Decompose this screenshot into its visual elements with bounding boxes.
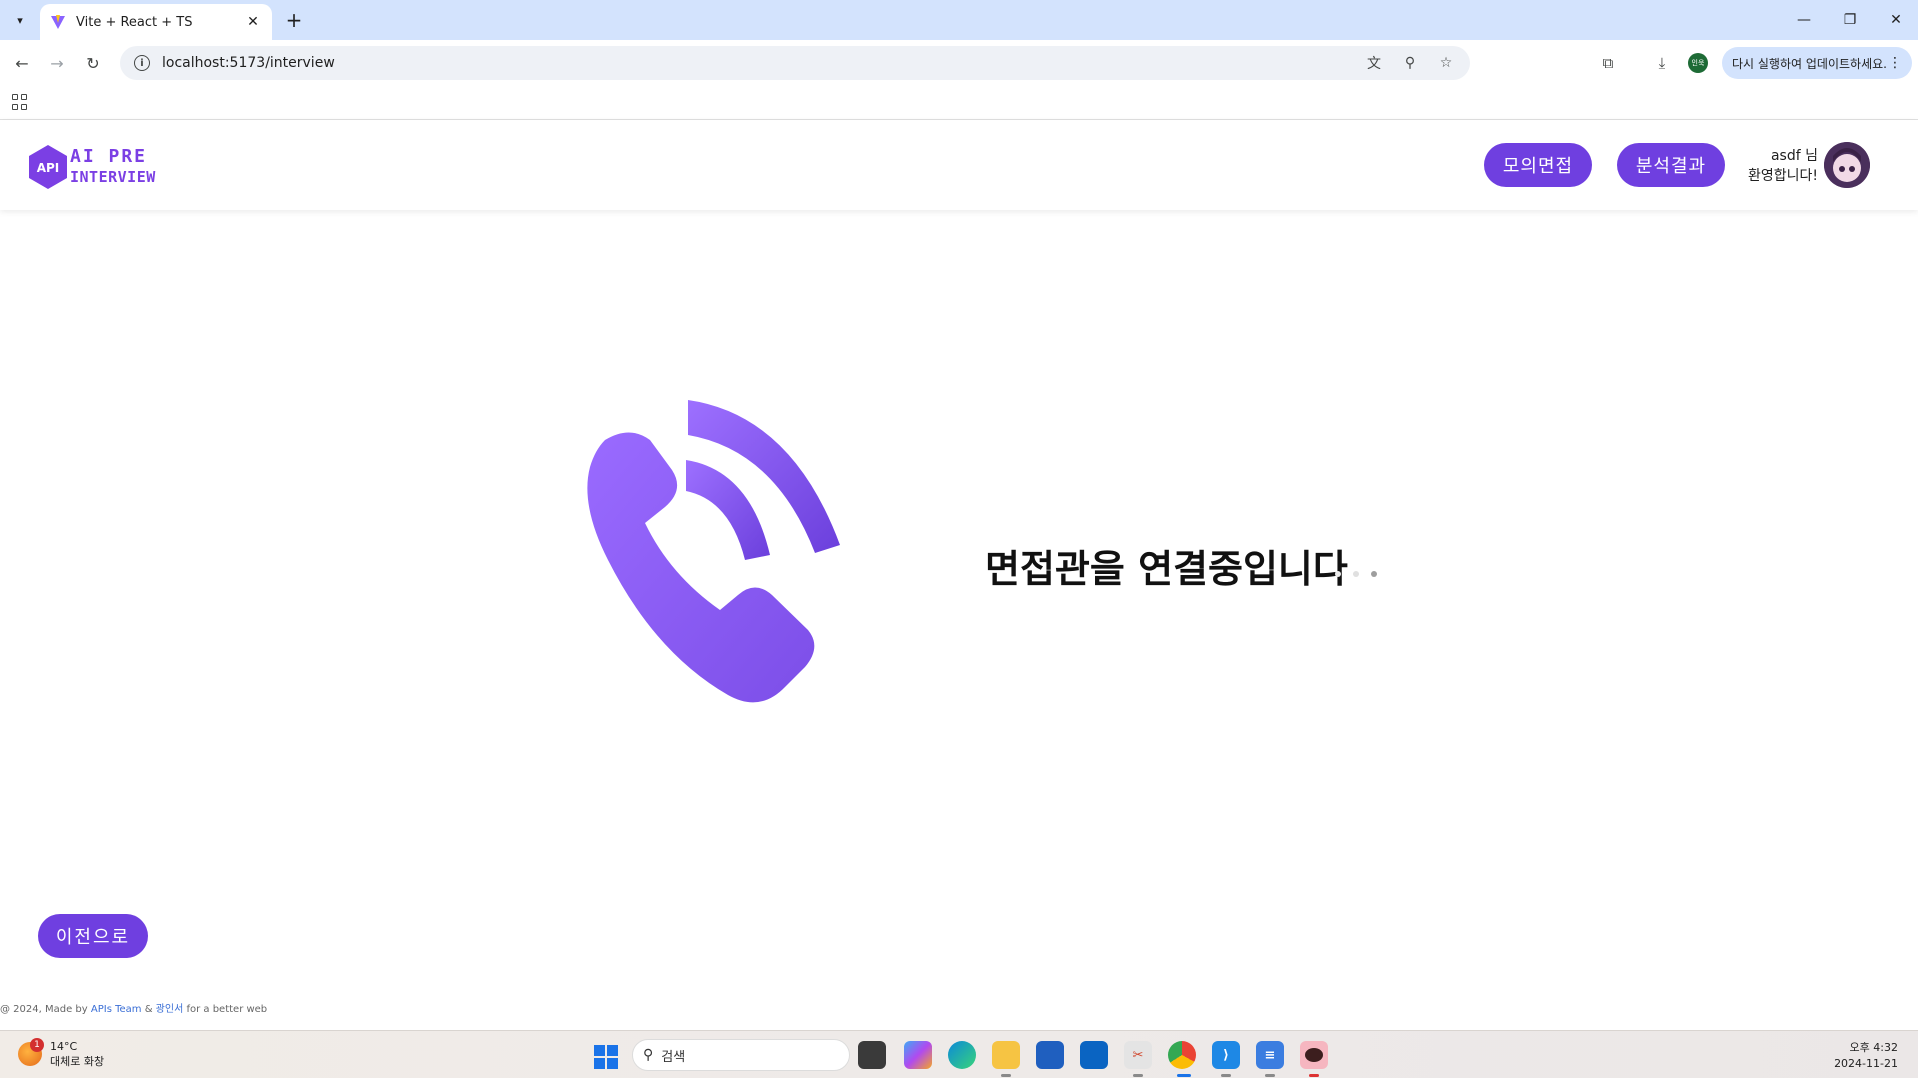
minimize-icon[interactable]: — <box>1792 8 1816 32</box>
outlook-icon[interactable] <box>1080 1041 1108 1069</box>
task-running-indicator <box>1265 1074 1275 1077</box>
footer-prefix: @ 2024, Made by <box>0 1004 91 1015</box>
site-info-icon[interactable]: i <box>134 55 150 71</box>
tab-title: Vite + React + TS <box>76 14 193 30</box>
footer-author-link[interactable]: 광인서 <box>156 1004 184 1015</box>
reload-icon[interactable]: ↻ <box>81 51 105 75</box>
loading-dot <box>1371 571 1377 577</box>
chrome-icon[interactable] <box>1168 1041 1196 1069</box>
bookmarks-bar <box>0 86 1918 120</box>
restore-icon[interactable]: ❐ <box>1838 8 1862 32</box>
extensions-icon[interactable]: ⧉ <box>1596 51 1620 75</box>
vite-favicon-icon <box>50 14 66 30</box>
loading-dots <box>1335 571 1377 577</box>
search-icon: ⚲ <box>643 1047 654 1063</box>
translate-icon[interactable]: 文 <box>1364 53 1384 73</box>
new-tab-icon[interactable]: + <box>282 8 306 32</box>
phone-call-icon <box>560 395 860 725</box>
file-explorer-icon[interactable] <box>992 1041 1020 1069</box>
site-logo[interactable]: API AI PRE INTERVIEW <box>28 144 156 190</box>
apps-grid-icon[interactable] <box>12 94 28 110</box>
system-clock[interactable]: 오후 4:32 2024-11-21 <box>1834 1040 1898 1072</box>
profile-avatar[interactable]: 인욱 <box>1688 53 1708 73</box>
browser-tabstrip: ▾ Vite + React + TS ✕ + — ❐ ✕ <box>0 0 1918 40</box>
user-avatar[interactable] <box>1824 142 1870 188</box>
browser-toolbar: ← → ↻ i localhost:5173/interview 文 ⚲ ☆ ⧉… <box>0 40 1918 86</box>
address-bar[interactable]: i localhost:5173/interview 文 ⚲ ☆ <box>120 46 1470 80</box>
weather-badge: 1 <box>30 1038 44 1052</box>
task-running-indicator <box>1133 1074 1143 1077</box>
logo-line-2: INTERVIEW <box>70 168 156 186</box>
copilot-icon[interactable] <box>904 1041 932 1069</box>
app-header: API AI PRE INTERVIEW 모의면접 분석결과 asdf 님 환영… <box>0 120 1918 210</box>
store-icon[interactable] <box>1036 1041 1064 1069</box>
footer-and: & <box>141 1004 156 1015</box>
download-icon[interactable]: ⤓ <box>1650 51 1674 75</box>
task-active-indicator <box>1309 1074 1319 1077</box>
update-label: 다시 실행하여 업데이트하세요. <box>1732 56 1887 71</box>
welcome-text: 환영합니다! <box>1747 168 1818 184</box>
footer-suffix: for a better web <box>183 1004 268 1015</box>
task-active-indicator <box>1177 1074 1191 1077</box>
close-window-icon[interactable]: ✕ <box>1884 8 1908 32</box>
connecting-status-text: 면접관을 연결중입니다 <box>985 547 1348 591</box>
task-view-icon[interactable] <box>858 1041 886 1069</box>
snipping-tool-icon[interactable]: ✂ <box>1124 1041 1152 1069</box>
welcome-username: asdf 님 <box>1770 148 1818 164</box>
task-running-indicator <box>1221 1074 1231 1077</box>
taskbar-search[interactable]: ⚲ 검색 <box>632 1039 850 1071</box>
tab-close-icon[interactable]: ✕ <box>244 14 262 30</box>
weather-temp: 14°C <box>50 1040 78 1053</box>
notepad-icon[interactable]: ≡ <box>1256 1041 1284 1069</box>
clock-time: 오후 4:32 <box>1849 1041 1898 1054</box>
edge-icon[interactable] <box>948 1041 976 1069</box>
bookmark-star-icon[interactable]: ☆ <box>1436 53 1456 73</box>
forward-arrow-icon[interactable]: → <box>45 51 69 75</box>
taskbar: 1 14°C 대체로 화창 ⚲ 검색 ✂ ⟩ ≡ 오후 4:32 2024-11… <box>0 1030 1918 1078</box>
welcome-message: asdf 님 환영합니다! <box>1740 146 1818 186</box>
weather-desc: 대체로 화창 <box>50 1055 105 1068</box>
weather-widget[interactable]: 1 14°C 대체로 화창 <box>18 1038 105 1069</box>
back-button[interactable]: 이전으로 <box>38 914 148 958</box>
kakaotalk-icon[interactable] <box>1300 1041 1328 1069</box>
update-button[interactable]: 다시 실행하여 업데이트하세요. ⋮ <box>1722 47 1912 79</box>
footer: @ 2024, Made by APIs Team & 광인서 for a be… <box>0 1000 267 1015</box>
taskbar-search-label: 검색 <box>661 1049 686 1065</box>
task-running-indicator <box>1001 1074 1011 1077</box>
tab-search-chevron-icon[interactable]: ▾ <box>8 8 32 32</box>
windows-start-icon[interactable] <box>594 1045 618 1069</box>
logo-badge-text: API <box>37 161 60 175</box>
browser-tab[interactable]: Vite + React + TS ✕ <box>40 4 272 40</box>
logo-hexagon-icon: API <box>29 145 67 189</box>
zoom-icon[interactable]: ⚲ <box>1400 53 1420 73</box>
loading-dot <box>1353 571 1359 577</box>
sun-icon: 1 <box>18 1038 44 1066</box>
back-arrow-icon[interactable]: ← <box>10 51 34 75</box>
loading-dot <box>1335 571 1341 577</box>
clock-date: 2024-11-21 <box>1834 1057 1898 1070</box>
logo-line-1: AI PRE <box>70 146 148 167</box>
analysis-results-button[interactable]: 분석결과 <box>1617 143 1725 187</box>
footer-team-link[interactable]: APIs Team <box>91 1004 142 1015</box>
mock-interview-button[interactable]: 모의면접 <box>1484 143 1592 187</box>
vscode-icon[interactable]: ⟩ <box>1212 1041 1240 1069</box>
menu-kebab-icon[interactable]: ⋮ <box>1888 55 1902 71</box>
address-url[interactable]: localhost:5173/interview <box>162 55 335 71</box>
